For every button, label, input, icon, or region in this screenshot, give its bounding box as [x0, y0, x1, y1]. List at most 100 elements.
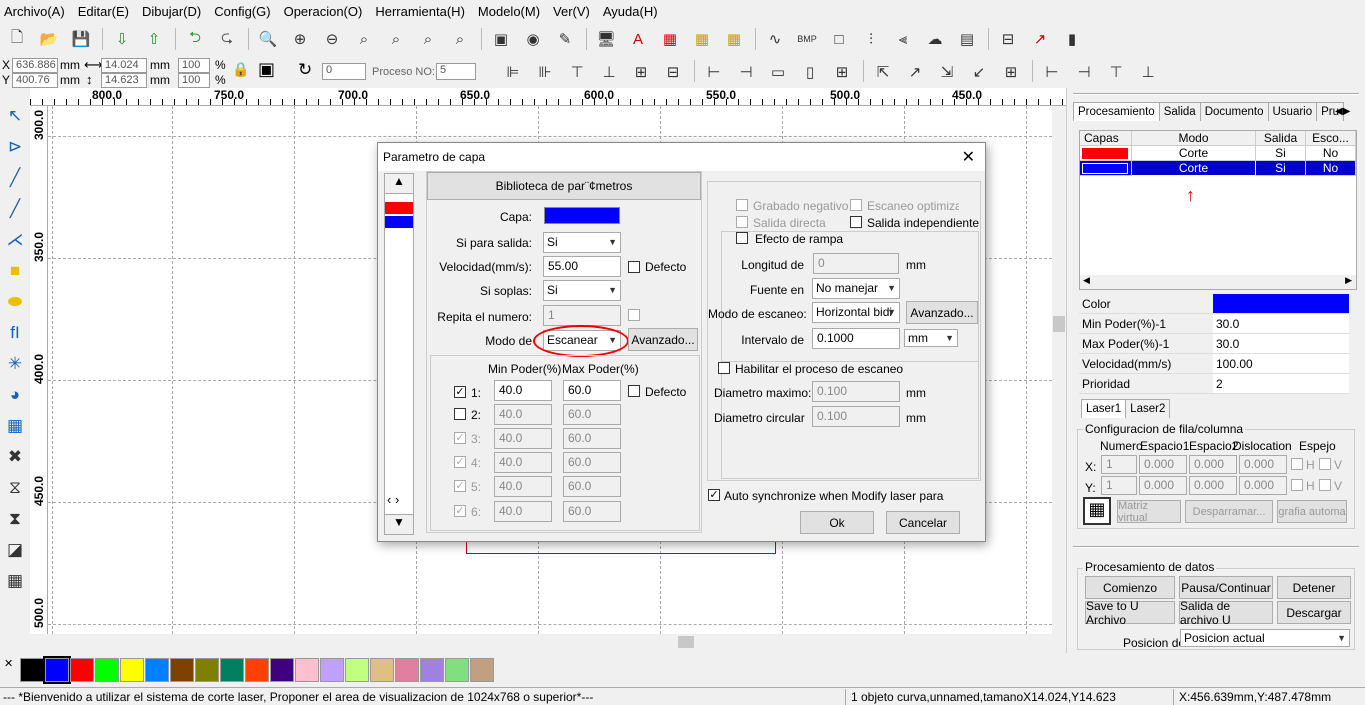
- space-v-icon[interactable]: ⊣: [733, 60, 759, 84]
- menu-config[interactable]: Config(G): [214, 4, 270, 19]
- defecto2-checkbox[interactable]: [628, 385, 640, 397]
- draw-icon[interactable]: ✎: [552, 27, 578, 51]
- text-icon[interactable]: A: [625, 27, 651, 51]
- palette-swatch[interactable]: [420, 658, 444, 682]
- power-row1-checkbox[interactable]: ✓: [454, 386, 466, 398]
- avanzado2-button[interactable]: Avanzado...: [906, 301, 978, 324]
- intervalo-unit-select[interactable]: mm: [904, 329, 958, 347]
- save-u-button[interactable]: Save to U Archivo: [1085, 599, 1175, 627]
- select-arrow-icon[interactable]: ↖: [2, 103, 28, 129]
- repita-input[interactable]: 1: [543, 305, 621, 326]
- new-file-icon[interactable]: 🗋: [4, 27, 30, 51]
- palette-swatch[interactable]: [170, 658, 194, 682]
- horizontal-scrollbar[interactable]: [48, 634, 1066, 650]
- library-button[interactable]: Biblioteca de par¨¢metros: [427, 172, 701, 200]
- align-right-icon[interactable]: ⊪: [532, 60, 558, 84]
- cloud-icon[interactable]: ☁: [922, 27, 948, 51]
- detener-button[interactable]: Detener: [1277, 576, 1351, 599]
- diam-circ-input[interactable]: 0.100: [812, 406, 900, 427]
- config-x-numero[interactable]: 1: [1101, 455, 1137, 474]
- down-arrow-icon[interactable]: ▼: [385, 514, 413, 534]
- same-height-icon[interactable]: ▯: [797, 60, 823, 84]
- import-icon[interactable]: ⇩: [109, 27, 135, 51]
- capa-color[interactable]: [544, 207, 620, 224]
- palette-swatch[interactable]: [370, 658, 394, 682]
- power-row4-checkbox[interactable]: ✓: [454, 456, 466, 468]
- node-edit-icon[interactable]: ⊳: [2, 134, 28, 160]
- up-arrow-icon[interactable]: ▲: [385, 174, 413, 194]
- zoom-out-icon[interactable]: ⊖: [319, 27, 345, 51]
- layer-blue[interactable]: [385, 216, 413, 228]
- rotate-icon[interactable]: ↻: [298, 60, 312, 80]
- modo-escaneo-select[interactable]: Horizontal bidi: [812, 302, 900, 323]
- desparramar-button[interactable]: Desparramar...: [1185, 500, 1273, 523]
- palette-swatch[interactable]: [295, 658, 319, 682]
- palette-swatch[interactable]: [270, 658, 294, 682]
- width-input[interactable]: 14.024: [101, 58, 147, 73]
- ruler-icon[interactable]: ▮: [1059, 27, 1085, 51]
- palette-swatch[interactable]: [195, 658, 219, 682]
- config-y-espacio2[interactable]: 0.000: [1189, 476, 1237, 495]
- vertical-scrollbar[interactable]: [1052, 106, 1066, 634]
- soplas-select[interactable]: Si: [543, 280, 621, 301]
- config-y-h-checkbox[interactable]: [1291, 479, 1303, 491]
- max-power-4[interactable]: 60.0: [563, 452, 621, 473]
- height-input[interactable]: 14.623: [101, 73, 147, 88]
- align-bottom-icon[interactable]: ⊥: [596, 60, 622, 84]
- move-bl-icon[interactable]: ↙: [966, 60, 992, 84]
- move-center-icon[interactable]: ⊞: [998, 60, 1024, 84]
- menu-dibujar[interactable]: Dibujar(D): [142, 4, 201, 19]
- matriz-virtual-button[interactable]: Matriz virtual: [1117, 500, 1181, 524]
- palette-swatch[interactable]: [395, 658, 419, 682]
- rectangle-tool-icon[interactable]: ■: [2, 258, 28, 284]
- lock-icon[interactable]: 🔒: [232, 61, 249, 78]
- same-width-icon[interactable]: ▭: [765, 60, 791, 84]
- palette-swatch[interactable]: [245, 658, 269, 682]
- polyline-icon[interactable]: ╱: [2, 196, 28, 222]
- zoom-fit-icon[interactable]: ⌕: [447, 27, 473, 51]
- palette-swatch[interactable]: [145, 658, 169, 682]
- palette-swatch[interactable]: [70, 658, 94, 682]
- min-power-1[interactable]: 40.0: [494, 380, 552, 401]
- frame-icon[interactable]: ▣: [488, 27, 514, 51]
- open-folder-icon[interactable]: 📂: [36, 27, 62, 51]
- layer-tool-icon[interactable]: ◪: [2, 537, 28, 563]
- close-icon[interactable]: ✕: [962, 147, 975, 167]
- mirror-h-icon[interactable]: ⧖: [2, 475, 28, 501]
- palette-swatch[interactable]: [345, 658, 369, 682]
- prop-value[interactable]: 30.0: [1213, 334, 1349, 353]
- menu-operacion[interactable]: Operacion(O): [284, 4, 363, 19]
- config-x-espacio1[interactable]: 0.000: [1139, 455, 1187, 474]
- grid-tool-icon[interactable]: ▦: [2, 413, 28, 439]
- dist-bottom-icon[interactable]: ⊥: [1135, 60, 1161, 84]
- table-row[interactable]: Corte Si No: [1080, 146, 1356, 161]
- prop-value[interactable]: 2: [1213, 374, 1349, 393]
- save-icon[interactable]: 💾: [68, 27, 94, 51]
- config-x-v-checkbox[interactable]: [1319, 458, 1331, 470]
- palette-swatch[interactable]: [220, 658, 244, 682]
- palette-swatch[interactable]: [470, 658, 494, 682]
- prop-color-swatch[interactable]: [1213, 294, 1349, 313]
- ok-button[interactable]: Ok: [800, 511, 874, 534]
- align-hcenter-icon[interactable]: ⊞: [628, 60, 654, 84]
- menu-archivo[interactable]: Archivo(A): [4, 4, 65, 19]
- text-tool-icon[interactable]: fI: [2, 320, 28, 346]
- doc-icon[interactable]: ▤: [954, 27, 980, 51]
- rect-icon[interactable]: □: [826, 27, 852, 51]
- max-power-6[interactable]: 60.0: [563, 501, 621, 522]
- power-row5-checkbox[interactable]: ✓: [454, 480, 466, 492]
- max-power-3[interactable]: 60.0: [563, 428, 621, 449]
- salida-directa-checkbox[interactable]: [736, 216, 748, 228]
- tab-documento[interactable]: Documento: [1199, 102, 1269, 121]
- defecto1-checkbox[interactable]: [628, 261, 640, 273]
- image-tool-icon[interactable]: ◕: [2, 382, 28, 408]
- zoom-plus-icon[interactable]: ⊕: [287, 27, 313, 51]
- move-br-icon[interactable]: ⇲: [934, 60, 960, 84]
- habilitar-checkbox[interactable]: [718, 362, 730, 374]
- grabado-neg-checkbox[interactable]: [736, 199, 748, 211]
- node-icon[interactable]: ◉: [520, 27, 546, 51]
- config-y-v-checkbox[interactable]: [1319, 479, 1331, 491]
- curve-tool-icon[interactable]: ⋌: [2, 227, 28, 253]
- palette-swatch[interactable]: [95, 658, 119, 682]
- tab-scroll-arrows[interactable]: ◀▶: [1335, 106, 1350, 117]
